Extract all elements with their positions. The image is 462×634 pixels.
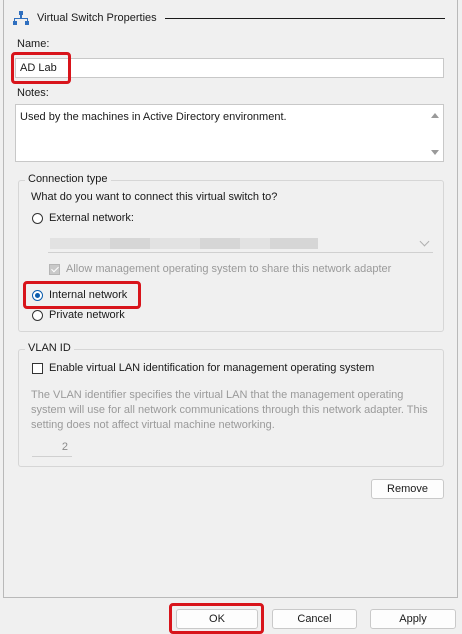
vlan-id-value: 2 <box>61 441 68 453</box>
internal-network-label: Internal network <box>49 289 128 301</box>
panel-header: Virtual Switch Properties <box>13 9 453 27</box>
scroll-up-icon[interactable] <box>431 113 439 118</box>
scroll-down-icon[interactable] <box>431 150 439 155</box>
private-network-label: Private network <box>49 309 125 321</box>
chevron-down-icon <box>419 236 430 247</box>
header-title: Virtual Switch Properties <box>37 12 157 24</box>
name-label: Name: <box>17 38 50 50</box>
connection-question: What do you want to connect this virtual… <box>31 191 278 203</box>
name-input[interactable]: AD Lab <box>15 58 444 78</box>
external-adapter-dropdown[interactable] <box>48 235 433 253</box>
external-network-label: External network: <box>49 212 134 224</box>
vlan-id-field[interactable]: 2 <box>32 439 72 457</box>
ok-button[interactable]: OK <box>176 609 258 629</box>
notes-textarea[interactable]: Used by the machines in Active Directory… <box>15 104 444 162</box>
external-network-radio[interactable] <box>32 213 43 224</box>
name-value: AD Lab <box>20 62 57 74</box>
apply-button[interactable]: Apply <box>370 609 456 629</box>
allow-management-label: Allow management operating system to sha… <box>66 263 392 275</box>
header-divider <box>164 17 445 19</box>
connection-type-title: Connection type <box>25 173 111 185</box>
enable-vlan-checkbox[interactable] <box>32 363 43 374</box>
allow-management-checkbox[interactable] <box>49 264 60 275</box>
enable-vlan-label: Enable virtual LAN identification for ma… <box>49 362 375 374</box>
notes-label: Notes: <box>17 87 49 99</box>
notes-value: Used by the machines in Active Directory… <box>20 111 287 123</box>
network-icon <box>13 11 29 25</box>
internal-network-radio[interactable] <box>32 290 43 301</box>
cancel-button[interactable]: Cancel <box>272 609 357 629</box>
private-network-radio[interactable] <box>32 310 43 321</box>
vlan-description: The VLAN identifier specifies the virtua… <box>31 389 428 431</box>
remove-button[interactable]: Remove <box>371 479 444 499</box>
vlan-title: VLAN ID <box>25 342 74 354</box>
